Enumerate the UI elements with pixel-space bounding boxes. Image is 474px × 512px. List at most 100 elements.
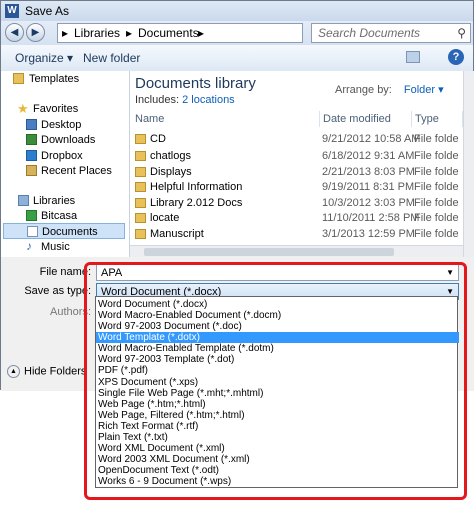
arrange-by-dropdown[interactable]: Folder ▾ — [404, 84, 444, 96]
nav-item-label: Documents — [42, 226, 98, 238]
word-app-icon: W — [5, 4, 19, 18]
toolbar: Organize ▾ New folder ? — [1, 45, 473, 72]
file-name: Library 2.012 Docs — [150, 197, 243, 209]
includes-label: Includes: — [135, 94, 180, 106]
dropbox-icon — [26, 150, 37, 161]
nav-item-label: Templates — [29, 73, 80, 85]
file-row[interactable]: chatlogs 6/18/2012 9:31 AM File folde — [130, 148, 463, 164]
file-date: 11/10/2011 2:58 PM — [322, 212, 420, 224]
search-input[interactable]: Search Documents ⚲ — [311, 23, 471, 43]
file-type: File folde — [414, 228, 459, 240]
folder-icon — [135, 198, 146, 208]
nav-item-favorites[interactable]: ★ Favorites — [17, 101, 79, 117]
file-type: File folde — [414, 197, 459, 209]
authors-label: Authors: — [50, 306, 91, 318]
star-icon: ★ — [17, 101, 29, 116]
file-list-pane: Documents library Includes: 2 locations … — [130, 71, 463, 257]
nav-item-label: Libraries — [33, 195, 76, 207]
bitcasa-icon — [26, 210, 37, 221]
file-type: File folde — [414, 133, 459, 145]
nav-item-label: Downloads — [41, 134, 96, 146]
nav-item-music[interactable]: ♪ Music — [26, 239, 70, 255]
folder-icon — [135, 134, 146, 144]
address-bar[interactable]: ▸ Libraries ▸ Documents ▸ — [57, 23, 303, 43]
nav-item-label: Bitcasa — [41, 210, 78, 222]
breadcrumb-separator[interactable]: ▸ — [62, 24, 68, 42]
file-date: 9/19/2011 8:31 PM — [322, 181, 415, 193]
nav-item-templates[interactable]: Templates — [13, 71, 80, 87]
file-name: Displays — [150, 166, 192, 178]
view-options-icon[interactable] — [406, 51, 420, 63]
file-type: File folde — [414, 166, 459, 178]
file-date: 3/1/2013 12:59 PM — [322, 228, 415, 240]
nav-item-label: Recent Places — [41, 165, 112, 177]
nav-item-libraries[interactable]: Libraries — [18, 193, 76, 209]
hide-folders-label: Hide Folders — [24, 365, 87, 378]
help-icon[interactable]: ? — [448, 49, 464, 65]
file-row[interactable]: Manuscript 3/1/2013 12:59 PM File folde — [130, 226, 463, 242]
file-date: 9/21/2012 10:58 AM — [322, 133, 421, 145]
file-name: locate — [150, 212, 180, 224]
music-icon: ♪ — [26, 239, 32, 253]
search-icon[interactable]: ⚲ — [457, 24, 466, 42]
title-bar: W Save As — [1, 1, 473, 21]
file-name-label: File name: — [39, 266, 91, 278]
file-name: CD — [150, 133, 166, 145]
library-title: Documents library — [135, 75, 256, 92]
nav-item-recent-places[interactable]: Recent Places — [26, 163, 112, 179]
nav-item-label: Music — [41, 241, 70, 253]
nav-item-label: Favorites — [33, 103, 79, 115]
folder-icon — [135, 229, 146, 239]
file-row[interactable]: locate 11/10/2011 2:58 PM File folde — [130, 210, 463, 226]
file-type: File folde — [414, 150, 459, 162]
new-folder-button[interactable]: New folder — [83, 51, 140, 65]
nav-item-downloads[interactable]: Downloads — [26, 132, 96, 148]
file-row[interactable]: CD 9/21/2012 10:58 AM File folde — [130, 131, 463, 147]
documents-icon — [27, 226, 38, 237]
address-row: ◀ ▶ ▸ Libraries ▸ Documents ▸ Search Doc… — [1, 21, 473, 45]
red-highlight-box — [84, 262, 467, 500]
file-date: 10/3/2012 3:03 PM — [322, 197, 415, 209]
breadcrumb-separator[interactable]: ▸ — [126, 24, 132, 42]
navigation-pane: Templates ★ Favorites Desktop Downloads … — [1, 71, 130, 257]
window-title: Save As — [25, 4, 70, 18]
arrange-by: Arrange by: Folder ▾ — [335, 83, 444, 96]
chevron-up-icon: ▲ — [7, 365, 20, 378]
file-type: File folde — [414, 212, 459, 224]
arrange-by-label: Arrange by: — [335, 84, 392, 96]
breadcrumb-libraries[interactable]: Libraries — [74, 24, 120, 42]
nav-item-desktop[interactable]: Desktop — [26, 117, 82, 133]
back-button[interactable]: ◀ — [5, 23, 24, 42]
file-name: Helpful Information — [150, 181, 243, 193]
library-includes: Includes: 2 locations — [135, 94, 235, 106]
breadcrumb-separator[interactable]: ▸ — [198, 24, 204, 42]
locations-link[interactable]: 2 locations — [182, 94, 235, 106]
nav-item-dropbox[interactable]: Dropbox — [26, 148, 83, 164]
file-date: 2/21/2013 8:03 PM — [322, 166, 415, 178]
desktop-icon — [26, 119, 37, 130]
libraries-icon — [18, 195, 29, 206]
file-row[interactable]: Displays 2/21/2013 8:03 PM File folde — [130, 164, 463, 180]
nav-item-bitcasa[interactable]: Bitcasa — [26, 208, 78, 224]
organize-button[interactable]: Organize ▾ — [15, 51, 73, 65]
nav-item-label: Desktop — [41, 119, 82, 131]
column-header-date-modified[interactable]: Date modified — [320, 111, 412, 127]
folder-icon — [135, 182, 146, 192]
file-name: chatlogs — [150, 150, 191, 162]
downloads-icon — [26, 134, 37, 145]
column-header-name[interactable]: Name — [132, 111, 320, 127]
folder-icon — [135, 151, 146, 161]
nav-item-documents[interactable]: Documents — [3, 223, 125, 239]
vertical-scrollbar[interactable] — [463, 71, 474, 257]
file-row[interactable]: Helpful Information 9/19/2011 8:31 PM File… — [130, 179, 463, 195]
recent-places-icon — [26, 165, 37, 176]
scrollbar-thumb[interactable] — [144, 248, 394, 256]
hide-folders-button[interactable]: ▲ Hide Folders — [7, 365, 86, 378]
folder-icon — [13, 73, 24, 84]
folder-icon — [135, 167, 146, 177]
forward-button[interactable]: ▶ — [26, 23, 45, 42]
search-placeholder: Search Documents — [318, 26, 421, 40]
breadcrumb-documents[interactable]: Documents — [138, 24, 199, 42]
column-header-type[interactable]: Type — [412, 111, 463, 127]
file-row[interactable]: Library 2.012 Docs 10/3/2012 3:03 PM File … — [130, 195, 463, 211]
